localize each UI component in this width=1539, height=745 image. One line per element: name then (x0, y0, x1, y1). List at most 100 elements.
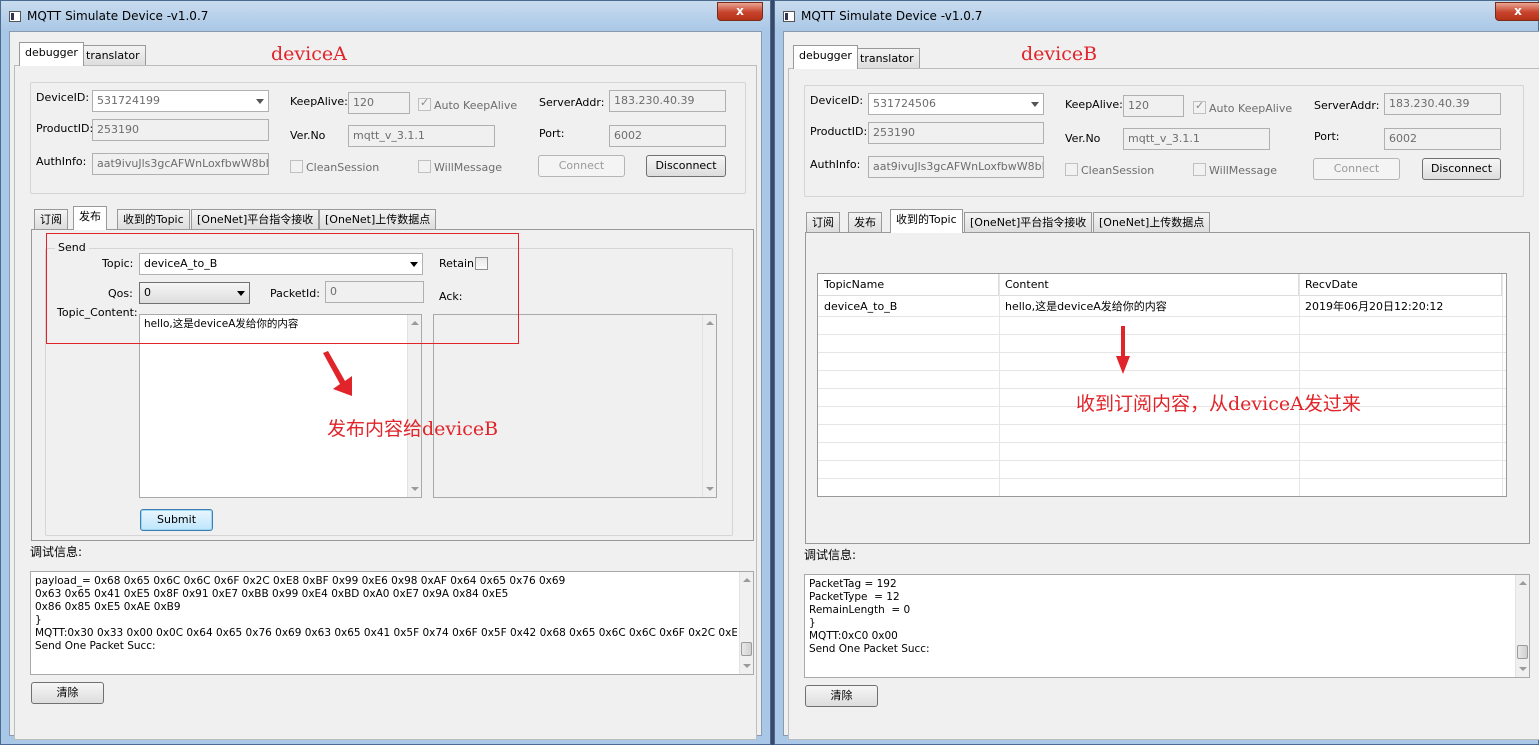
annotation-arrow-icon (323, 351, 352, 396)
debug-info-label: 调试信息: (30, 545, 83, 559)
ver-no-label: Ver.No (1065, 132, 1101, 145)
cell-content: hello,这是deviceA发给你的内容 (1005, 300, 1167, 313)
auto-keepalive-label: Auto KeepAlive (434, 99, 518, 112)
clear-button[interactable]: 清除 (31, 682, 104, 704)
received-topic-table[interactable]: TopicName Content RecvDate deviceA_to_B … (817, 273, 1507, 497)
clean-session-checkbox[interactable] (1065, 163, 1078, 176)
close-button[interactable]: x (717, 2, 763, 21)
scroll-up-icon (743, 578, 751, 582)
tab-received-topic[interactable]: 收到的Topic (117, 209, 190, 230)
device-id-label: DeviceID: (810, 94, 864, 107)
ack-scrollbar[interactable] (702, 315, 716, 497)
log-line: 0x86 0x85 0xE5 0xAE 0xB9 (35, 601, 181, 613)
grid-line (818, 460, 1506, 461)
port-field[interactable]: 6002 (609, 125, 726, 147)
title-bar[interactable]: MQTT Simulate Device -v1.0.7 x (775, 1, 1539, 31)
column-header-recv-date[interactable]: RecvDate (1299, 274, 1502, 296)
device-id-label: DeviceID: (36, 91, 90, 104)
device-id-dropdown[interactable]: 531724199 (92, 90, 269, 112)
clean-session-label: CleanSession (306, 161, 380, 174)
grid-line (818, 352, 1506, 353)
device-id-dropdown[interactable]: 531724506 (868, 93, 1044, 115)
debug-log[interactable]: PacketTag = 192 PacketType = 12 RemainLe… (804, 574, 1530, 678)
connect-button[interactable]: Connect (538, 155, 625, 177)
will-message-checkbox[interactable] (418, 160, 431, 173)
debug-log-lines: PacketTag = 192 PacketType = 12 RemainLe… (809, 578, 1513, 656)
tab-translator[interactable]: translator (80, 45, 146, 66)
tab-publish[interactable]: 发布 (73, 206, 107, 230)
app-icon (783, 11, 795, 22)
product-id-label: ProductID: (810, 125, 868, 138)
log-line: 0x63 0x65 0x41 0xE5 0x8F 0x91 0xE7 0xBB … (35, 588, 509, 600)
debug-log[interactable]: payload_= 0x68 0x65 0x6C 0x6C 0x6F 0x2C … (30, 571, 754, 675)
log-scrollbar[interactable] (1515, 575, 1529, 677)
window-title: MQTT Simulate Device -v1.0.7 (801, 9, 983, 23)
title-bar[interactable]: MQTT Simulate Device -v1.0.7 x (1, 1, 770, 31)
cell-recv-date: 2019年06月20日12:20:12 (1305, 300, 1444, 313)
disconnect-button[interactable]: Disconnect (1422, 158, 1501, 180)
ver-no-field[interactable]: mqtt_v_3.1.1 (348, 125, 495, 147)
keep-alive-field[interactable]: 120 (1123, 95, 1184, 117)
log-line: PacketTag = 192 (809, 578, 897, 590)
tab-onenet-datapoint[interactable]: [OneNet]上传数据点 (319, 209, 437, 230)
tab-subscribe[interactable]: 订阅 (34, 209, 68, 230)
annotation-device-a: deviceA (271, 43, 347, 65)
column-header-content[interactable]: Content (999, 274, 1299, 296)
will-message-checkbox[interactable] (1193, 163, 1206, 176)
tab-debugger[interactable]: debugger (793, 45, 858, 69)
debug-info-label: 调试信息: (804, 548, 857, 562)
product-id-field[interactable]: 253190 (92, 119, 269, 141)
keep-alive-label: KeepAlive: (290, 95, 348, 108)
tab-subscribe[interactable]: 订阅 (806, 212, 840, 233)
annotation-highlight-box (46, 233, 519, 344)
port-field[interactable]: 6002 (1384, 128, 1501, 150)
auth-info-label: AuthInfo: (36, 155, 87, 168)
auth-info-field[interactable]: aat9ivuJls3gcAFWnLoxfbwW8bI= (92, 153, 269, 175)
scroll-thumb[interactable] (1517, 645, 1528, 659)
will-message-label: WillMessage (434, 161, 503, 174)
auto-keepalive-checkbox[interactable] (1193, 99, 1206, 114)
tab-translator[interactable]: translator (854, 48, 920, 69)
product-id-label: ProductID: (36, 122, 94, 135)
grid-line (818, 424, 1506, 425)
client-area: debugger translator DeviceID: 531724506 … (783, 31, 1539, 740)
keep-alive-field[interactable]: 120 (348, 92, 410, 114)
grid-line (818, 370, 1506, 371)
auto-keepalive-checkbox[interactable] (418, 96, 431, 111)
scroll-down-icon (1519, 667, 1527, 671)
tab-onenet-datapoint[interactable]: [OneNet]上传数据点 (1093, 212, 1211, 233)
clean-session-checkbox[interactable] (290, 160, 303, 173)
ver-no-field[interactable]: mqtt_v_3.1.1 (1123, 128, 1270, 150)
column-header-topic-name[interactable]: TopicName (818, 274, 999, 296)
log-line: Send One Packet Succ: (35, 640, 156, 652)
will-message-label: WillMessage (1209, 164, 1278, 177)
tab-received-topic[interactable]: 收到的Topic (890, 209, 963, 233)
close-icon: x (736, 4, 744, 18)
connect-button[interactable]: Connect (1313, 158, 1400, 180)
log-line: MQTT:0x30 0x33 0x00 0x0C 0x64 0x65 0x76 … (35, 627, 737, 639)
tab-onenet-command[interactable]: [OneNet]平台指令接收 (964, 212, 1093, 233)
server-addr-field[interactable]: 183.230.40.39 (1384, 93, 1501, 115)
submit-button[interactable]: Submit (140, 509, 213, 531)
tab-onenet-command[interactable]: [OneNet]平台指令接收 (191, 209, 320, 230)
annotation-publish-text: 发布内容给deviceB (327, 418, 499, 440)
keep-alive-label: KeepAlive: (1065, 98, 1123, 111)
server-addr-label: ServerAddr: (1314, 99, 1380, 112)
scroll-down-icon (743, 664, 751, 668)
grid-line (818, 442, 1506, 443)
server-addr-field[interactable]: 183.230.40.39 (609, 90, 726, 112)
product-id-field[interactable]: 253190 (868, 122, 1044, 144)
disconnect-button[interactable]: Disconnect (646, 155, 726, 177)
scroll-down-icon (706, 487, 714, 491)
log-scrollbar[interactable] (739, 572, 753, 674)
tab-publish[interactable]: 发布 (848, 212, 882, 233)
log-line: } (35, 614, 42, 626)
auth-info-field[interactable]: aat9ivuJls3gcAFWnLoxfbwW8bI= (868, 156, 1044, 178)
scroll-up-icon (706, 321, 714, 325)
tab-debugger[interactable]: debugger (19, 42, 84, 66)
scroll-thumb[interactable] (741, 642, 752, 656)
clear-button[interactable]: 清除 (805, 685, 878, 707)
close-button[interactable]: x (1495, 2, 1539, 21)
grid-line (818, 478, 1506, 479)
port-label: Port: (1314, 130, 1340, 143)
